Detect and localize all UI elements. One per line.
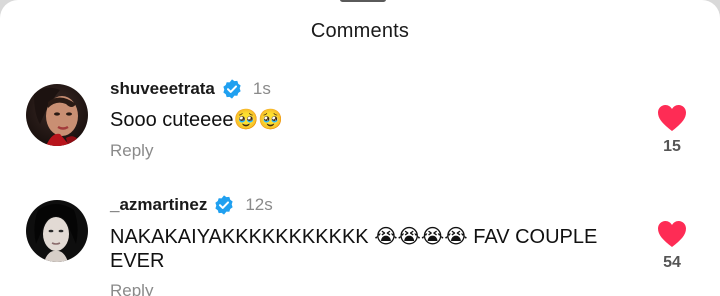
- like-count: 15: [663, 138, 681, 155]
- avatar-image: [26, 84, 88, 146]
- verified-check-icon: [215, 195, 233, 215]
- avatar[interactable]: [26, 84, 88, 146]
- comment-text: Sooo cuteeee🥹🥹: [110, 109, 284, 131]
- reply-button[interactable]: Reply: [110, 281, 153, 296]
- like-button[interactable]: 15: [648, 104, 696, 156]
- avatar-image: [26, 200, 88, 262]
- sheet-title: Comments: [310, 20, 410, 42]
- heart-icon: [658, 221, 686, 247]
- comment-header: _azmartinez 12s: [110, 193, 273, 217]
- like-button[interactable]: 54: [648, 220, 696, 272]
- comment-username[interactable]: _azmartinez: [110, 195, 207, 215]
- sheet-grab-handle[interactable]: [340, 0, 386, 2]
- avatar[interactable]: [26, 200, 88, 262]
- comment-header: shuveeetrata 1s: [110, 77, 271, 101]
- reply-button[interactable]: Reply: [110, 141, 153, 161]
- heart-icon: [658, 105, 686, 131]
- comment-timestamp: 1s: [252, 79, 271, 98]
- comments-sheet: Comments shuveeetrata 1s Sooo cuteeee🥹🥹 …: [0, 0, 720, 296]
- verified-check-icon: [223, 79, 241, 99]
- comment-text: NAKAKAIYAKKKKKKKKKKK 😭😭😭😭 FAV COUPLE EVE…: [110, 226, 598, 272]
- like-count: 54: [663, 254, 681, 271]
- comment-username[interactable]: shuveeetrata: [110, 79, 215, 99]
- comment-timestamp: 12s: [245, 195, 273, 214]
